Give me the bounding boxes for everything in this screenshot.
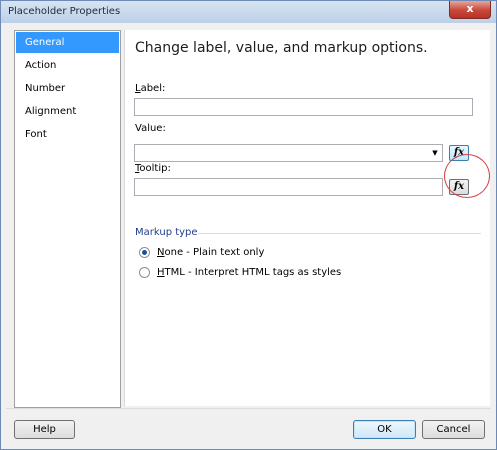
tooltip-caption-rest: ooltip:: [139, 163, 171, 174]
nav-item-action[interactable]: Action: [16, 55, 119, 76]
close-icon: x: [466, 2, 474, 15]
label-caption: Label:: [135, 83, 165, 94]
general-panel: Change label, value, and markup options.…: [124, 30, 490, 406]
nav-item-font[interactable]: Font: [16, 124, 119, 145]
radio-none[interactable]: [139, 247, 150, 258]
tooltip-input[interactable]: [134, 178, 443, 196]
radio-html-label: HTML - Interpret HTML tags as styles: [157, 266, 341, 280]
radio-html[interactable]: [139, 267, 150, 278]
tooltip-caption: Tooltip:: [135, 163, 171, 174]
cancel-button[interactable]: Cancel: [422, 420, 485, 439]
panel-heading: Change label, value, and markup options.: [135, 40, 428, 56]
nav-item-general[interactable]: General: [16, 32, 119, 53]
radio-none-label: None - Plain text only: [157, 246, 264, 260]
help-button[interactable]: Help: [14, 420, 75, 439]
chevron-down-icon[interactable]: ▼: [428, 145, 442, 161]
dialog-client-area: General Action Number Alignment Font Cha…: [6, 24, 491, 444]
nav-item-alignment[interactable]: Alignment: [16, 101, 119, 122]
radio-html-label-rest: TML - Interpret HTML tags as styles: [164, 267, 342, 278]
title-bar[interactable]: Placeholder Properties x: [1, 1, 496, 23]
value-caption: Value:: [135, 123, 166, 134]
nav-item-number[interactable]: Number: [16, 78, 119, 99]
label-caption-rest: abel:: [140, 83, 166, 94]
close-button[interactable]: x: [449, 1, 491, 19]
category-list: General Action Number Alignment Font: [14, 30, 121, 408]
label-input[interactable]: [134, 98, 473, 116]
radio-none-label-rest: one - Plain text only: [164, 247, 265, 258]
footer-divider: [6, 408, 491, 409]
dialog-window: Placeholder Properties x General Action …: [0, 0, 497, 450]
markup-type-title: Markup type: [135, 227, 198, 238]
window-title: Placeholder Properties: [8, 6, 121, 17]
radio-html-mnemonic: H: [157, 267, 165, 278]
ok-button[interactable]: OK: [353, 420, 416, 439]
value-dropdown[interactable]: ▼: [134, 144, 443, 162]
markup-type-divider: [198, 233, 481, 234]
annotation-circle: [444, 154, 490, 198]
